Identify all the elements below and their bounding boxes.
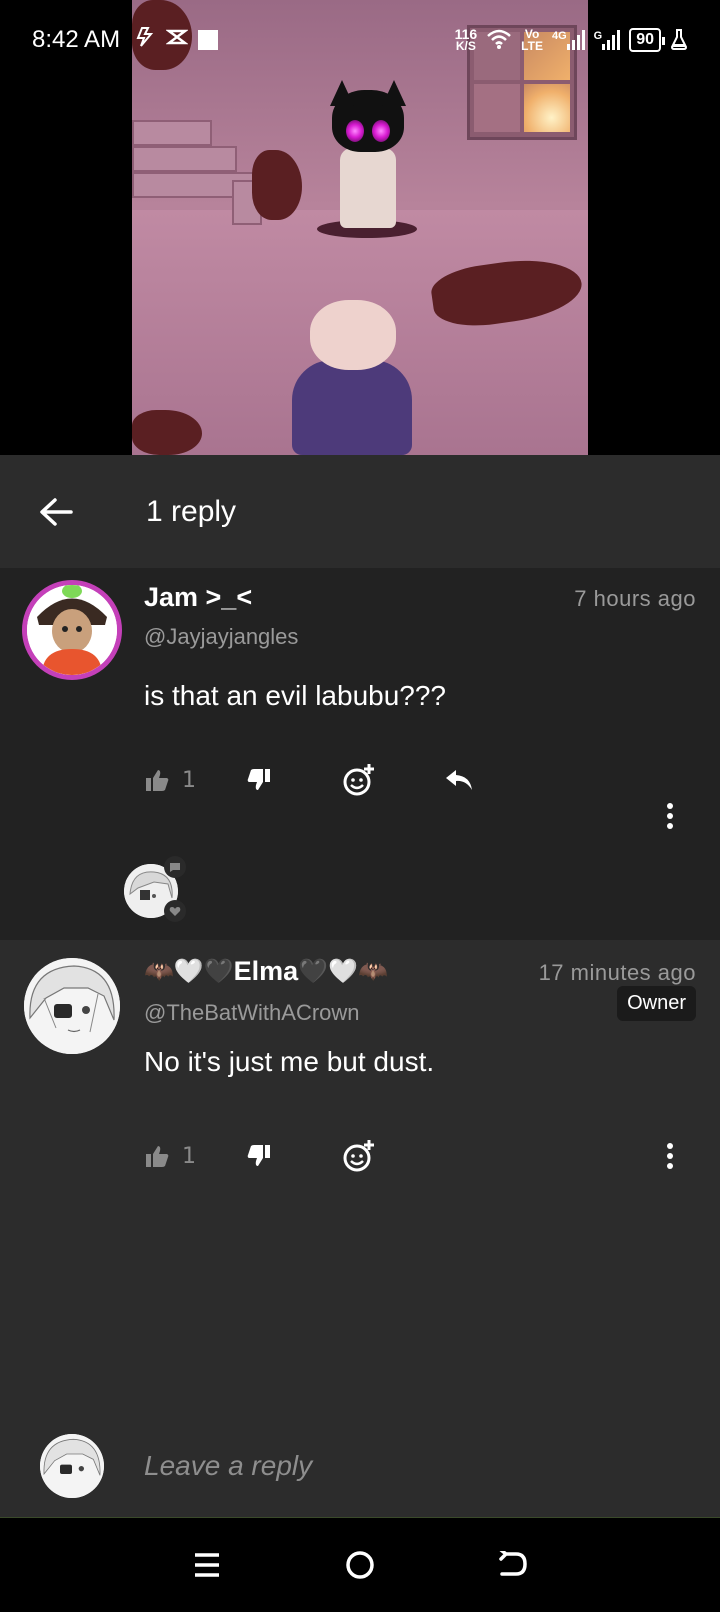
thumbs-down-icon	[247, 769, 270, 790]
comment-handle[interactable]: @Jayjayjangles	[144, 624, 298, 650]
blood-splatter	[132, 410, 202, 455]
signal-g-icon: G	[594, 30, 621, 50]
system-nav-bar	[0, 1518, 720, 1612]
comment-bubble-icon	[164, 856, 186, 878]
menu-icon	[194, 1553, 219, 1577]
owner-badge: Owner	[617, 986, 696, 1021]
comment-actions: 1	[144, 760, 474, 800]
network-speed: 116 K/S	[454, 26, 478, 53]
signal-4g-icon: 4G	[552, 30, 585, 50]
notification-icons	[134, 26, 219, 54]
comment-body: is that an evil labubu???	[144, 680, 446, 711]
comment-handle[interactable]: @TheBatWithACrown	[144, 1000, 360, 1026]
thumbs-up-icon	[146, 1146, 169, 1167]
system-indicators: 116 K/S Vo LTE 4G G 90	[454, 26, 688, 53]
add-emoji-icon	[343, 1140, 374, 1172]
thumbs-down-icon	[247, 1145, 270, 1166]
video-artwork[interactable]: 8:42 AM 116 K/S Vo LTE 4G G 90	[0, 0, 720, 455]
avatar[interactable]	[22, 580, 122, 680]
comment-author[interactable]: Jam >_<	[144, 582, 252, 613]
reply-comment: 🦇🤍🖤 Elma 🖤🤍🦇 17 minutes ago @TheBatWithA…	[0, 940, 720, 1414]
creator-reaction	[124, 856, 194, 922]
back-button[interactable]	[28, 484, 84, 540]
dislike-button[interactable]	[246, 1136, 272, 1176]
author-name: Elma	[233, 956, 299, 986]
comment-actions: 1	[144, 1136, 376, 1176]
status-time: 8:42 AM	[32, 26, 121, 53]
like-button[interactable]	[144, 1136, 170, 1176]
reply-input[interactable]	[144, 1449, 664, 1482]
heart-icon	[164, 900, 186, 922]
like-count: 1	[182, 767, 196, 793]
artwork-stairs	[132, 120, 267, 225]
comment-author[interactable]: 🦇🤍🖤 Elma 🖤🤍🦇	[144, 956, 388, 987]
more-options-button[interactable]	[660, 1136, 680, 1176]
author-emoji-suffix: 🖤🤍🦇	[298, 958, 388, 985]
parent-comment: Jam >_< 7 hours ago @Jayjayjangles is th…	[0, 568, 720, 940]
menu-nav-button[interactable]	[177, 1535, 237, 1595]
comment-body: No it's just me but dust.	[144, 1046, 435, 1077]
add-emoji-icon	[343, 764, 374, 796]
comment-timestamp: 7 hours ago	[574, 586, 696, 611]
blood-splatter	[252, 150, 302, 220]
react-button[interactable]	[342, 760, 376, 800]
status-bar: 8:42 AM 116 K/S Vo LTE 4G G 90	[0, 0, 720, 80]
volte-indicator: Vo LTE	[521, 27, 543, 53]
comment-timestamp: 17 minutes ago	[538, 960, 696, 985]
reply-arrow-icon	[446, 770, 472, 790]
page-title: 1 reply	[146, 494, 237, 528]
square-notification-icon	[198, 30, 219, 50]
wifi-icon	[486, 28, 512, 53]
like-button[interactable]	[144, 760, 170, 800]
avatar[interactable]	[24, 958, 120, 1054]
child-figure	[292, 300, 412, 455]
reply-button[interactable]	[444, 760, 474, 800]
thumbs-up-icon	[146, 770, 169, 791]
back-nav-button[interactable]	[483, 1535, 543, 1595]
my-avatar	[40, 1433, 104, 1498]
back-nav-icon	[499, 1551, 528, 1576]
react-button[interactable]	[342, 1136, 376, 1176]
battery-icon: 90	[629, 28, 665, 52]
author-emoji-prefix: 🦇🤍🖤	[144, 958, 234, 985]
arrow-left-icon	[40, 497, 73, 526]
home-circle-icon	[346, 1551, 374, 1579]
replies-header: 1 reply	[0, 455, 720, 568]
evil-creature-figure	[317, 80, 417, 240]
capcut-icon	[165, 26, 189, 54]
more-options-button[interactable]	[660, 796, 680, 836]
like-count: 1	[182, 1143, 196, 1169]
flask-icon	[670, 28, 688, 53]
home-nav-button[interactable]	[330, 1535, 390, 1595]
reply-composer	[0, 1414, 720, 1518]
dislike-button[interactable]	[246, 760, 272, 800]
flash-icon	[134, 26, 156, 54]
